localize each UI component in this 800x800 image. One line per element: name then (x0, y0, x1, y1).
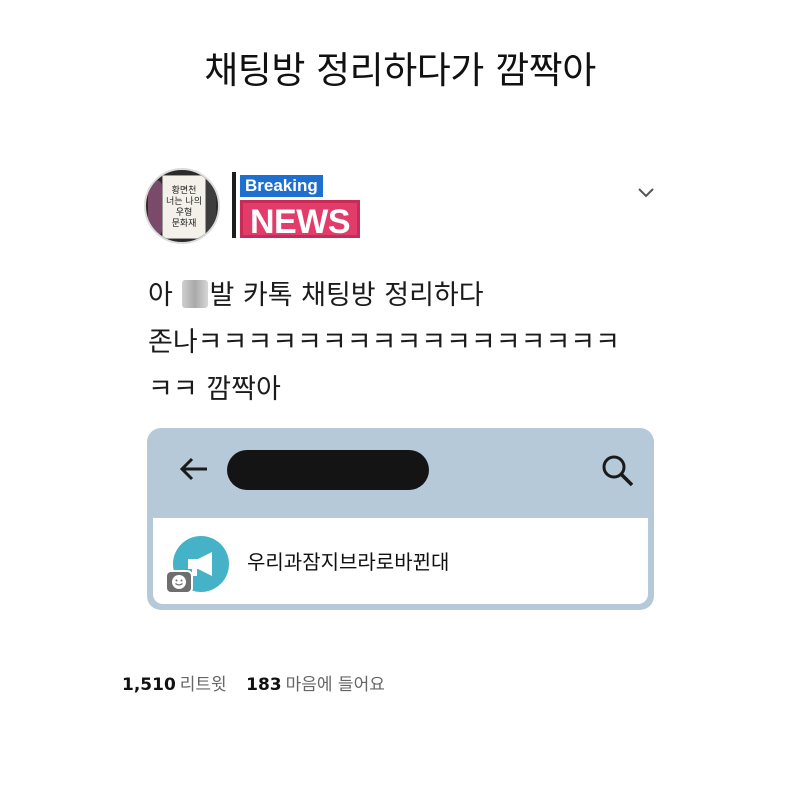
profile-avatar[interactable]: 황면천 너는 나의 우형 문화재 (144, 168, 220, 244)
chat-screenshot: 우리과잠지브라로바뀐대 (147, 428, 654, 610)
arrow-left-icon[interactable] (177, 452, 211, 486)
redacted-title (227, 450, 429, 490)
censor-blur (182, 280, 209, 308)
tweet-card: 황면천 너는 나의 우형 문화재 Breaking NEWS 아 발 카톡 채팅… (122, 160, 682, 626)
tweet-line-3: ㅋㅋ 깜짝아 (148, 374, 281, 405)
tweet-stats: 1,510 리트윗 183 마음에 들어요 (122, 670, 399, 695)
tweet-line-2: 존나ㅋㅋㅋㅋㅋㅋㅋㅋㅋㅋㅋㅋㅋㅋㅋㅋㅋ (148, 327, 620, 358)
tweet-text: 아 발 카톡 채팅방 정리하다 존나ㅋㅋㅋㅋㅋㅋㅋㅋㅋㅋㅋㅋㅋㅋㅋㅋㅋ ㅋㅋ 깜… (148, 272, 668, 413)
breaking-news-logo: Breaking NEWS (232, 172, 360, 241)
chat-room-name: 우리과잠지브라로바뀐대 (247, 550, 450, 574)
like-count[interactable]: 183 (246, 675, 282, 695)
tweet-line-1: 아 발 카톡 채팅방 정리하다 (148, 272, 668, 319)
page-headline: 채팅방 정리하다가 깜짝아 (204, 49, 596, 92)
chat-room-row[interactable]: 우리과잠지브라로바뀐대 (153, 518, 648, 604)
avatar-sign: 황면천 너는 나의 우형 문화재 (162, 175, 206, 239)
chevron-down-icon[interactable] (634, 180, 658, 204)
avatar-sign-line: 우형 (175, 207, 193, 218)
tweet-line-1-start: 아 (148, 280, 182, 311)
avatar-sign-line: 문화재 (171, 218, 197, 229)
retweet-label[interactable]: 리트윗 (180, 675, 227, 695)
tweet-line-1-end: 발 카톡 채팅방 정리하다 (209, 280, 484, 311)
avatar-sign-line: 황면천 (171, 185, 197, 196)
search-icon[interactable] (599, 452, 637, 490)
retweet-count[interactable]: 1,510 (122, 675, 176, 695)
avatar-person-left (148, 180, 162, 236)
avatar-sign-line: 너는 나의 (166, 196, 202, 207)
logo-news-text: NEWS (240, 200, 360, 241)
logo-breaking-text: Breaking (240, 175, 323, 197)
smiley-icon (165, 570, 193, 594)
like-label[interactable]: 마음에 들어요 (286, 675, 385, 695)
